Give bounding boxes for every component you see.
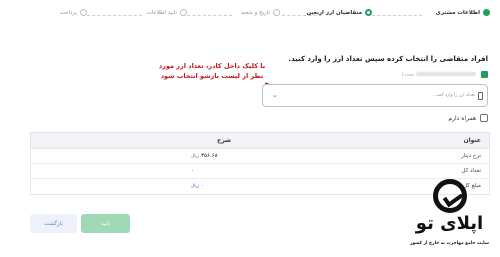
step-label: پرداخت xyxy=(59,9,77,16)
select-placeholder: تعداد ارز را وارد کنید... xyxy=(432,93,475,98)
chevron-down-icon[interactable]: ⌄ xyxy=(272,91,278,99)
row-title: نرخ دینار xyxy=(461,153,481,159)
annotation-line: با کلیک داخل کادر، تعداد ارز مورد xyxy=(158,62,266,70)
step-connector xyxy=(372,15,422,16)
logo-check-icon xyxy=(433,179,467,213)
step-done-icon xyxy=(483,9,490,16)
step-pending-icon xyxy=(80,9,87,16)
value-number: ۳۵۶.۶۸ xyxy=(201,153,218,159)
companion-checkbox[interactable] xyxy=(480,114,488,122)
step-label: اطلاعات مشتری xyxy=(435,9,480,16)
person-name-blurred: نیست) xyxy=(402,72,476,78)
phone-icon xyxy=(478,92,483,100)
column-header-description: شرح xyxy=(217,137,231,144)
row-value: ۳۵۶.۶۸ریال xyxy=(191,153,218,159)
confirm-button[interactable]: تایید xyxy=(81,214,130,233)
progress-stepper: اطلاعات مشتری متقاضیان ارز اربعین تاریخ … xyxy=(30,9,492,23)
annotation-line: نظر از لیست بازشو انتخاب شود xyxy=(160,72,264,80)
instruction-annotation: با کلیک داخل کادر، تعداد ارز مورد نظر از… xyxy=(147,61,277,81)
person-suffix: نیست) xyxy=(401,72,415,78)
step-label: تاریخ و شعبه xyxy=(241,9,270,16)
table-row: نرخ دینار ۳۵۶.۶۸ریال xyxy=(31,149,489,164)
value-number: ۰ xyxy=(191,168,194,174)
back-button[interactable]: بازگشت xyxy=(30,214,77,233)
step-connector xyxy=(182,15,232,16)
person-checked-icon[interactable] xyxy=(481,71,488,78)
step-active-icon xyxy=(365,9,372,16)
step-date-branch[interactable]: تاریخ و شعبه xyxy=(241,9,280,16)
step-label: تایید اطلاعات xyxy=(146,9,177,16)
row-title: تعداد کل xyxy=(461,168,481,174)
step-customer-info[interactable]: اطلاعات مشتری xyxy=(436,9,490,16)
step-pending-icon xyxy=(180,9,187,16)
row-value: ۰ریال xyxy=(191,183,204,189)
companion-option[interactable]: همراه دارم xyxy=(448,114,488,122)
value-unit: ریال xyxy=(191,154,200,159)
companion-label: همراه دارم xyxy=(448,114,476,122)
form-title: افراد متقاضی را انتخاب کرده سپس تعداد ار… xyxy=(288,55,488,63)
step-confirm-info[interactable]: تایید اطلاعات xyxy=(147,9,187,16)
blurred-name xyxy=(416,72,476,76)
column-header-title: عنوان xyxy=(463,137,482,144)
step-connector xyxy=(87,15,142,16)
value-unit: ریال xyxy=(191,184,200,189)
step-pending-icon xyxy=(273,9,280,16)
value-number: ۰ xyxy=(201,183,205,189)
step-applicants[interactable]: متقاضیان ارز اربعین xyxy=(307,9,372,16)
table-row: تعداد کل ۰ xyxy=(31,164,489,179)
applyto-logo: اپلای تو سایت جامع مهاجرت به خارج از کشو… xyxy=(402,179,497,253)
table-header: عنوان شرح xyxy=(31,133,489,149)
logo-wordmark: اپلای تو xyxy=(415,213,484,234)
row-value: ۰ xyxy=(191,168,194,174)
step-payment[interactable]: پرداخت xyxy=(60,9,87,16)
step-label: متقاضیان ارز اربعین xyxy=(306,9,362,16)
currency-count-select[interactable]: تعداد ارز را وارد کنید... ⌄ xyxy=(262,84,488,107)
logo-tagline: سایت جامع مهاجرت به خارج از کشور xyxy=(410,241,489,246)
